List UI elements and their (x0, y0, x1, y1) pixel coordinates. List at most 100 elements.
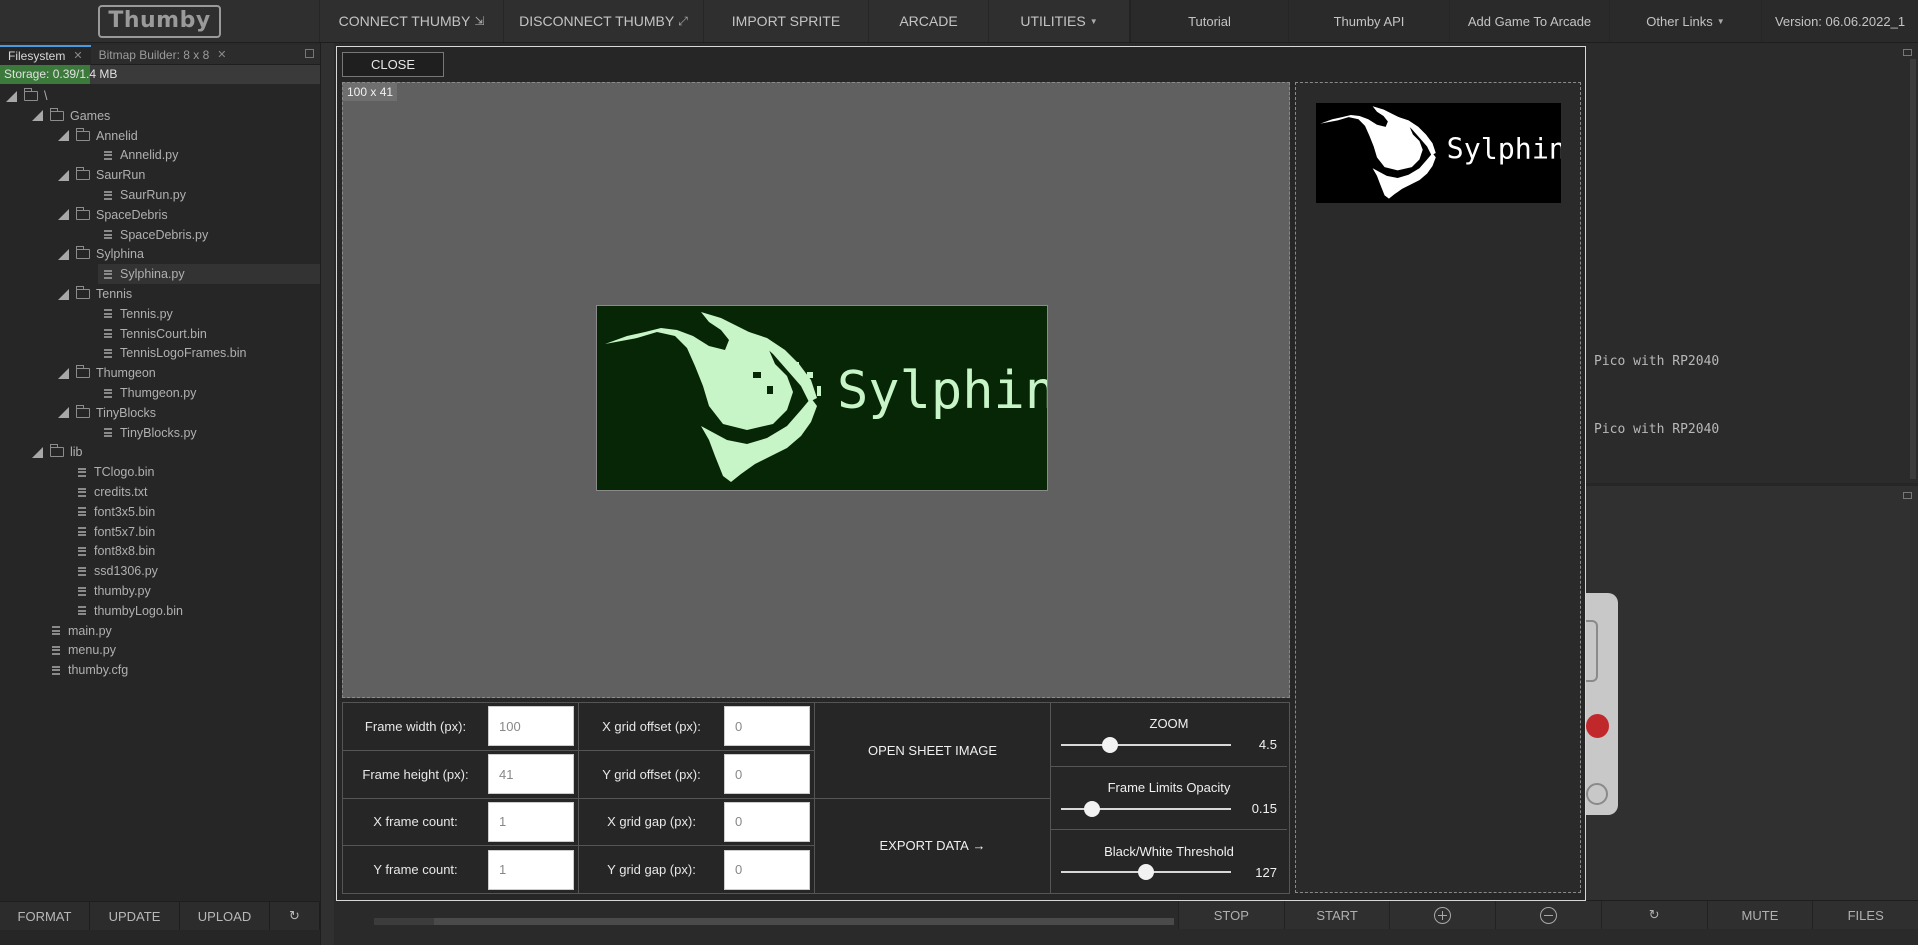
tree-folder[interactable]: Sylphina (0, 244, 144, 264)
add-game-link[interactable]: Add Game To Arcade (1449, 0, 1609, 42)
threshold-slider[interactable] (1061, 864, 1231, 881)
mute-button[interactable]: MUTE (1706, 901, 1813, 929)
files-button[interactable]: FILES (1812, 901, 1918, 929)
tree-file[interactable]: credits.txt (0, 482, 148, 502)
grid-offset-column: X grid offset (px): 0 Y grid offset (px)… (579, 703, 815, 893)
format-button[interactable]: FORMAT (0, 902, 90, 930)
expand-triangle-icon[interactable] (58, 288, 69, 300)
tree-file[interactable]: SpaceDebris.py (0, 225, 208, 245)
arcade-button[interactable]: ARCADE (868, 0, 988, 42)
close-icon[interactable]: ✕ (73, 46, 82, 66)
tree-file[interactable]: Tennis.py (0, 304, 173, 324)
tree-file[interactable]: TennisCourt.bin (0, 324, 207, 344)
expand-triangle-icon[interactable] (6, 90, 17, 102)
tree-folder[interactable]: Tennis (0, 284, 132, 304)
opacity-slider[interactable] (1061, 800, 1231, 817)
y-frame-count-input[interactable]: 1 (488, 849, 574, 890)
tree-file[interactable]: thumby.py (0, 581, 151, 601)
import-sprite-button[interactable]: IMPORT SPRITE (703, 0, 868, 42)
tree-file[interactable]: thumbyLogo.bin (0, 601, 183, 621)
tree-folder[interactable]: \ (0, 86, 47, 106)
expand-triangle-icon[interactable] (32, 110, 43, 122)
disconnect-label: DISCONNECT THUMBY (519, 13, 675, 29)
update-button[interactable]: UPDATE (90, 902, 180, 930)
utilities-menu[interactable]: UTILITIES ▼ (988, 0, 1129, 42)
device-a-button[interactable] (1586, 714, 1609, 738)
tree-folder[interactable]: lib (0, 442, 83, 462)
tree-folder[interactable]: TinyBlocks (0, 403, 156, 423)
tree-file[interactable]: Thumgeon.py (0, 383, 196, 403)
tree-file[interactable]: ssd1306.py (0, 561, 158, 581)
tree-file[interactable]: TennisLogoFrames.bin (0, 343, 246, 363)
refresh-icon[interactable]: ↻ (270, 902, 320, 930)
editor-horizontal-scrollbar[interactable] (374, 918, 1174, 925)
export-data-button[interactable]: EXPORT DATA → (815, 799, 1050, 894)
thumby-api-link[interactable]: Thumby API (1288, 0, 1449, 42)
expand-triangle-icon[interactable] (58, 248, 69, 260)
maximize-icon[interactable] (1903, 492, 1912, 499)
x-frame-count-input[interactable]: 1 (488, 801, 574, 842)
open-sheet-image-button[interactable]: OPEN SHEET IMAGE (815, 703, 1050, 799)
tree-folder[interactable]: Annelid (0, 126, 138, 146)
tree-file[interactable]: Sylphina.py (98, 264, 320, 285)
tree-folder[interactable]: Thumgeon (0, 363, 156, 383)
stop-button[interactable]: STOP (1178, 901, 1284, 929)
expand-triangle-icon[interactable] (58, 367, 69, 379)
tree-file[interactable]: TinyBlocks.py (0, 423, 197, 443)
threshold-title: Black/White Threshold (1104, 843, 1234, 859)
y-grid-offset-input[interactable]: 0 (724, 754, 810, 795)
tab-filesystem[interactable]: Filesystem ✕ (0, 44, 91, 66)
file-icon (52, 626, 60, 636)
tree-label: thumbyLogo.bin (94, 603, 183, 618)
tree-label: thumby.cfg (68, 663, 129, 678)
tree-file[interactable]: SaurRun.py (0, 185, 186, 205)
tree-folder[interactable]: SpaceDebris (0, 205, 168, 225)
zoom-out-button[interactable] (1495, 901, 1601, 929)
rotate-button[interactable]: ↻ (1600, 901, 1707, 929)
device-b-button[interactable] (1586, 783, 1608, 805)
opacity-slider-handle[interactable] (1083, 800, 1100, 817)
frame-width-input[interactable]: 100 (488, 706, 574, 747)
expand-triangle-icon[interactable] (58, 169, 69, 181)
close-icon[interactable]: ✕ (217, 45, 226, 65)
scrollbar-thumb[interactable] (434, 918, 1174, 925)
expand-triangle-icon[interactable] (58, 407, 69, 419)
tutorial-link[interactable]: Tutorial (1129, 0, 1288, 42)
disconnect-thumby-button[interactable]: DISCONNECT THUMBY ⤢ (503, 0, 703, 42)
expand-triangle-icon[interactable] (58, 130, 69, 142)
tab-bitmap-builder[interactable]: Bitmap Builder: 8 x 8 ✕ (91, 45, 235, 65)
sprite-canvas[interactable]: 100 x 41 Sylphina (342, 82, 1290, 698)
tree-file[interactable]: TClogo.bin (0, 462, 154, 482)
tree-file[interactable]: font8x8.bin (0, 541, 155, 561)
tree-folder[interactable]: Games (0, 106, 110, 126)
zoom-in-button[interactable] (1389, 901, 1495, 929)
upload-button[interactable]: UPLOAD (180, 902, 270, 930)
tree-file[interactable]: menu.py (0, 640, 116, 660)
panel-splitter[interactable] (320, 43, 334, 945)
file-icon (78, 566, 86, 576)
terminal-scrollbar[interactable] (1910, 59, 1916, 479)
expand-triangle-icon[interactable] (32, 446, 43, 458)
start-button[interactable]: START (1283, 901, 1390, 929)
threshold-slider-handle[interactable] (1138, 864, 1154, 881)
tree-file[interactable]: Annelid.py (0, 145, 178, 165)
maximize-icon[interactable] (305, 49, 314, 58)
zoom-slider[interactable] (1061, 736, 1231, 753)
tree-file[interactable]: font5x7.bin (0, 522, 155, 542)
tree-folder[interactable]: SaurRun (0, 165, 145, 185)
x-grid-gap-input[interactable]: 0 (724, 801, 810, 842)
connect-thumby-button[interactable]: CONNECT THUMBY ⇲ (319, 0, 503, 42)
tree-file[interactable]: main.py (0, 621, 112, 641)
maximize-icon[interactable] (1903, 49, 1912, 56)
tree-label: Games (70, 108, 111, 123)
frame-height-input[interactable]: 41 (488, 754, 574, 795)
zoom-slider-handle[interactable] (1102, 736, 1119, 753)
expand-triangle-icon[interactable] (58, 209, 69, 221)
tree-file[interactable]: font3x5.bin (0, 502, 155, 522)
y-grid-gap-input[interactable]: 0 (724, 849, 810, 890)
tree-file[interactable]: thumby.cfg (0, 660, 128, 680)
frame-height-label: Frame height (px): (362, 766, 469, 782)
other-links-menu[interactable]: Other Links ▼ (1609, 0, 1761, 42)
close-button[interactable]: CLOSE (342, 52, 444, 77)
x-grid-offset-input[interactable]: 0 (724, 706, 810, 747)
